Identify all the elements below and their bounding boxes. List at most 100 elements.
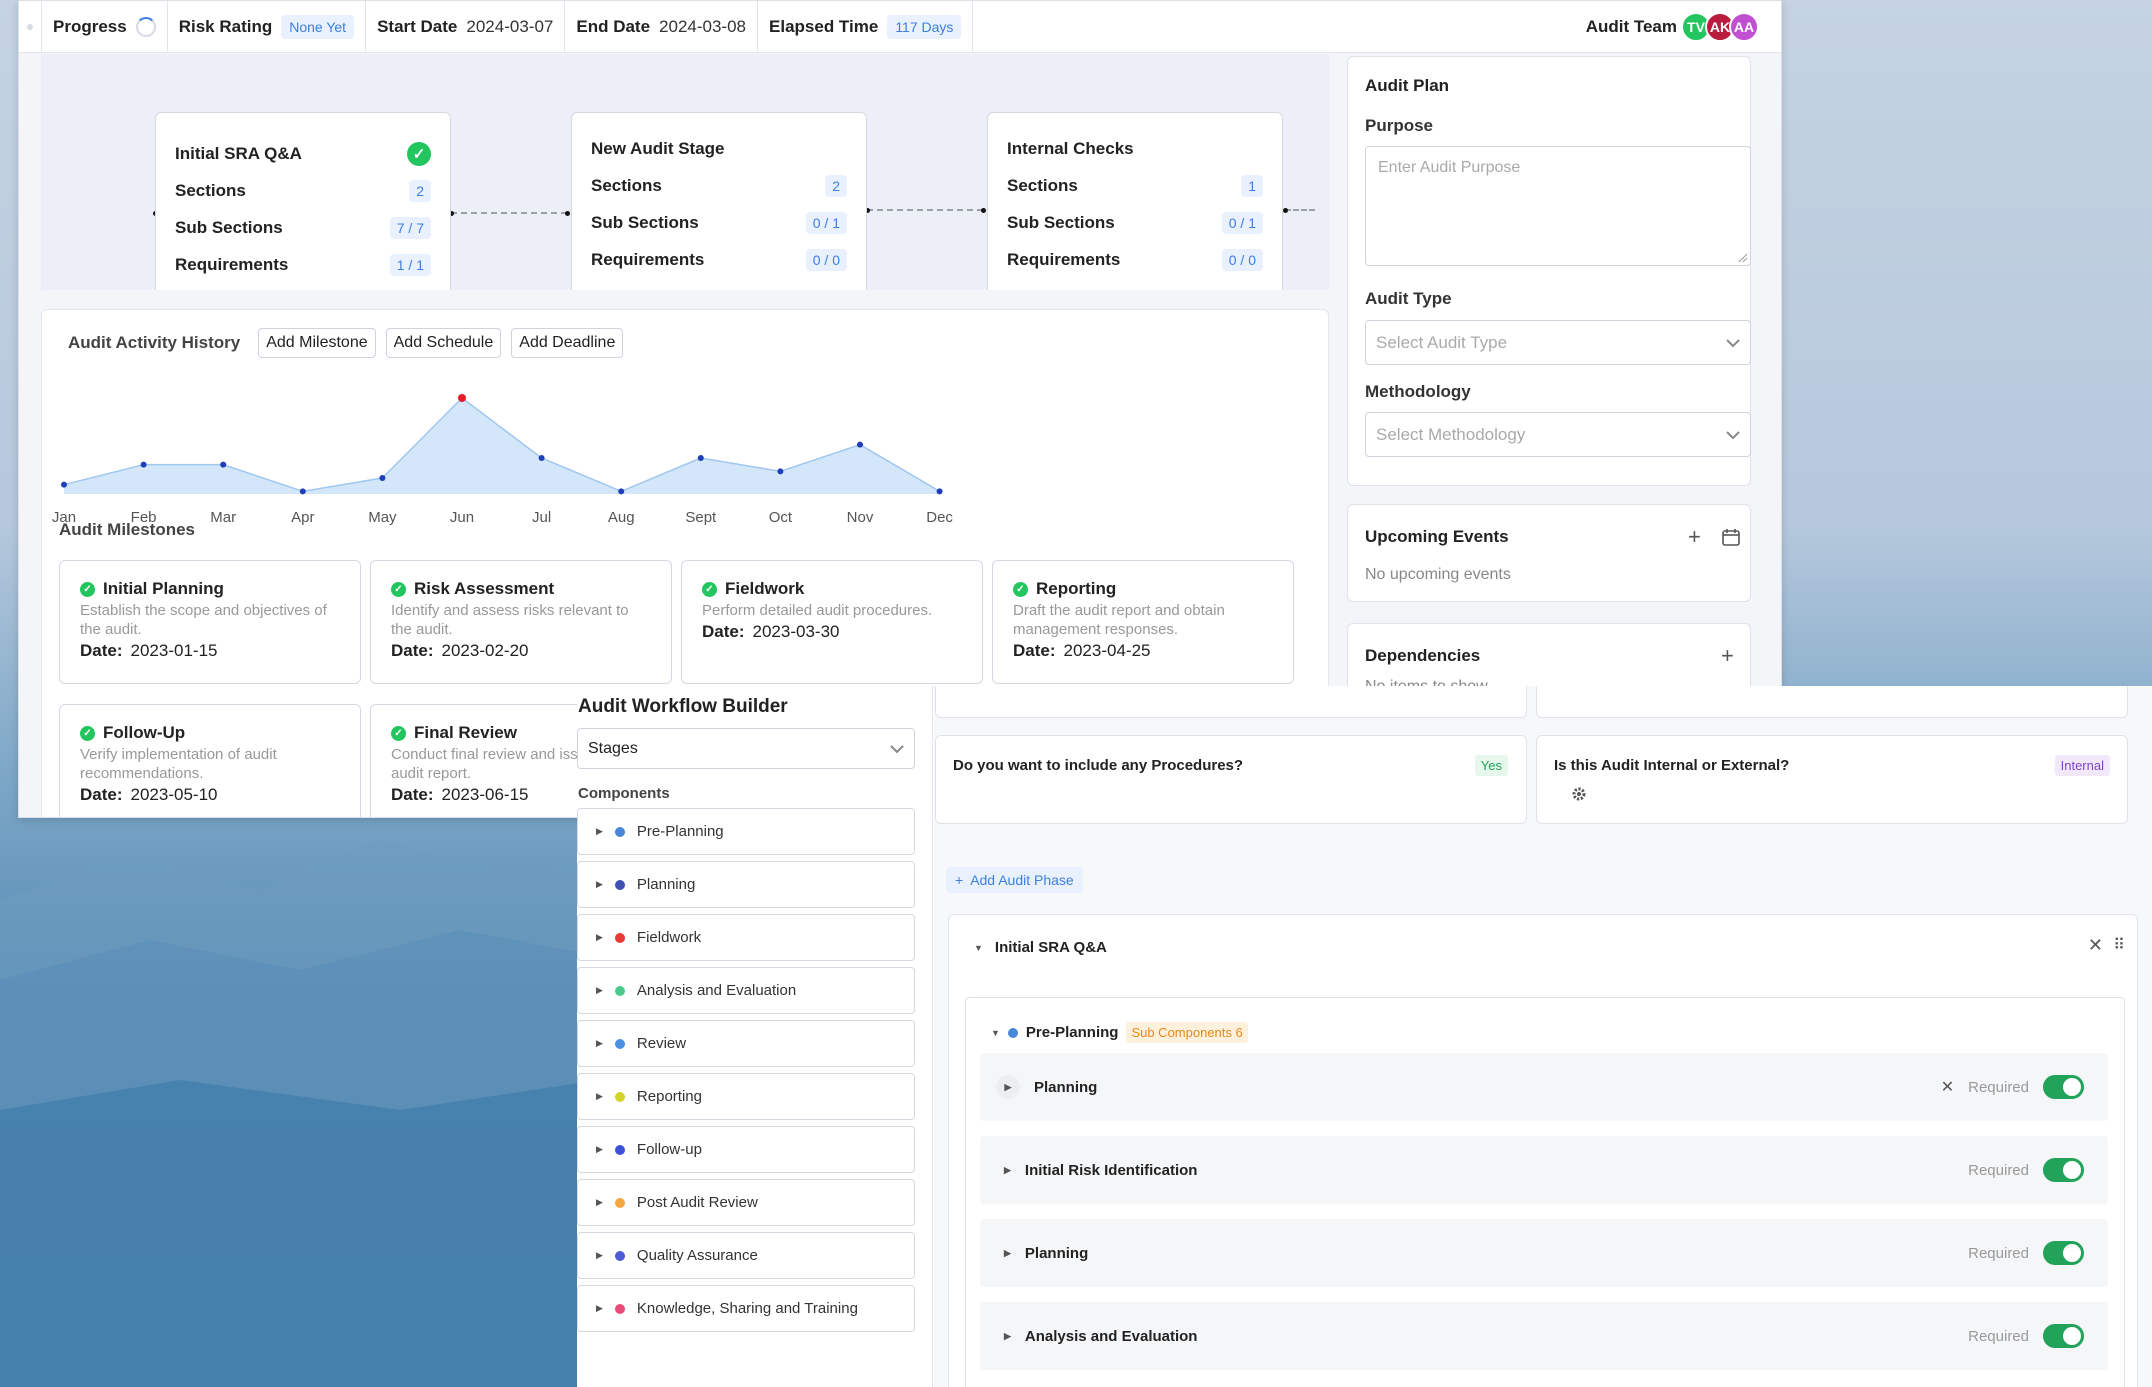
builder-title: Audit Workflow Builder	[578, 696, 788, 717]
requirements-label: Requirements	[175, 254, 289, 274]
milestone-card[interactable]: ✓ Initial Planning Establish the scope and…	[59, 560, 361, 684]
purpose-textarea[interactable]: Enter Audit Purpose	[1365, 146, 1751, 266]
required-toggle[interactable]	[2043, 1158, 2084, 1182]
caret-right-icon[interactable]: ▶	[996, 1075, 1020, 1099]
activity-point[interactable]	[220, 461, 227, 468]
add-event-icon[interactable]: +	[1688, 524, 1701, 550]
milestone-description: Identify and assess risks relevant to th…	[391, 602, 629, 638]
activity-point[interactable]	[538, 455, 545, 461]
avatar[interactable]: AA	[1729, 11, 1759, 42]
milestone-card[interactable]: ✓ Fieldwork Perform detailed audit procedu…	[681, 560, 983, 684]
milestone-date-value: 2023-03-30	[752, 622, 840, 641]
gear-icon[interactable]	[1571, 786, 1587, 802]
caret-down-icon[interactable]: ▼	[974, 943, 983, 953]
component-item[interactable]: ▶ Pre-Planning	[577, 808, 915, 855]
required-toggle[interactable]	[2043, 1324, 2084, 1348]
x-tick-label: Nov	[847, 509, 874, 526]
sub-sections-label: Sub Sections	[591, 212, 699, 232]
activity-point[interactable]	[777, 468, 784, 475]
sections-count: 2	[409, 179, 431, 202]
avatar-group: TV AK AA	[1681, 11, 1759, 42]
calendar-icon[interactable]	[1722, 528, 1740, 546]
caret-right-icon: ▶	[596, 1303, 603, 1313]
question-card-partial	[1536, 686, 2128, 718]
stage-card[interactable]: New Audit Stage Sections 2 Sub Sections 0 / …	[571, 112, 867, 290]
components-label: Components	[578, 785, 670, 802]
start-date-segment: Start Date 2024-03-07	[366, 1, 566, 53]
caret-right-icon: ▶	[596, 1091, 603, 1101]
procedures-answer-badge: Yes	[1474, 755, 1508, 776]
caret-right-icon[interactable]: ▶	[1004, 1165, 1011, 1176]
progress-segment: Progress	[42, 1, 168, 53]
sub-component-row[interactable]: ▶ Planning ✕ Required	[980, 1053, 2108, 1121]
builder-type-select[interactable]: Stages	[577, 728, 915, 769]
check-circle-icon: ✓	[391, 725, 406, 741]
upcoming-events-card: Upcoming Events + No upcoming events	[1347, 504, 1751, 602]
close-icon[interactable]: ✕	[2088, 935, 2103, 956]
add-audit-phase-button[interactable]: + Add Audit Phase	[946, 867, 1083, 893]
sub-sections-label: Sub Sections	[1007, 212, 1115, 232]
end-date-label: End Date	[576, 16, 651, 36]
component-item[interactable]: ▶ Post Audit Review	[577, 1179, 915, 1226]
component-label: Reporting	[636, 1088, 702, 1105]
component-item[interactable]: ▶ Follow-up	[577, 1126, 915, 1173]
caret-down-icon[interactable]: ▼	[991, 1028, 1000, 1038]
milestone-date-label: Date:	[1013, 641, 1056, 660]
activity-point[interactable]	[61, 481, 67, 488]
sub-component-row[interactable]: ▶ Planning Required	[980, 1219, 2108, 1287]
collapse-handle[interactable]	[19, 1, 42, 53]
drag-handle-icon[interactable]: ⠿	[2113, 935, 2125, 955]
component-item[interactable]: ▶ Planning	[577, 861, 915, 908]
caret-right-icon[interactable]: ▶	[1004, 1331, 1011, 1342]
component-color-dot	[614, 985, 625, 996]
milestone-title: Fieldwork	[725, 579, 805, 598]
stage-flow-canvas[interactable]: Initial SRA Q&A ✓ Sections 2 Sub Sections 7 /…	[41, 54, 1329, 290]
resize-handle-icon[interactable]	[1738, 253, 1748, 263]
sub-component-label: Planning	[1024, 1244, 1089, 1262]
add-deadline-button[interactable]: Add Deadline	[511, 328, 624, 358]
milestone-card[interactable]: ✓ Reporting Draft the audit report and obt…	[992, 560, 1294, 684]
stage-title: Internal Checks	[1007, 138, 1134, 158]
add-schedule-button[interactable]: Add Schedule	[385, 328, 502, 358]
sub-component-row[interactable]: ▶ Initial Risk Identification Required	[980, 1136, 2108, 1204]
sub-component-row[interactable]: ▶ Analysis and Evaluation Required	[980, 1302, 2108, 1370]
phase-header[interactable]: ▼ Initial SRA Q&A	[974, 939, 1107, 956]
required-toggle[interactable]	[2043, 1075, 2084, 1099]
activity-point[interactable]	[697, 455, 704, 461]
component-item[interactable]: ▶ Analysis and Evaluation	[577, 967, 915, 1014]
sub-component-label: Initial Risk Identification	[1024, 1161, 1198, 1179]
activity-point[interactable]	[857, 441, 863, 448]
close-icon[interactable]: ✕	[1941, 1077, 1954, 1097]
component-label: Post Audit Review	[636, 1194, 758, 1211]
component-item[interactable]: ▶ Knowledge, Sharing and Training	[577, 1285, 915, 1332]
audit-type-select[interactable]: Select Audit Type	[1365, 320, 1751, 365]
activity-title: Audit Activity History	[68, 333, 241, 352]
caret-right-icon[interactable]: ▶	[1004, 1248, 1011, 1259]
component-item[interactable]: ▶ Reporting	[577, 1073, 915, 1120]
x-tick-label: Sept	[685, 509, 717, 526]
activity-point[interactable]	[299, 488, 306, 495]
stage-card[interactable]: Initial SRA Q&A ✓ Sections 2 Sub Sections 7 /…	[155, 112, 451, 290]
stage-card[interactable]: Internal Checks Sections 1 Sub Sections 0 / …	[987, 112, 1283, 290]
activity-point[interactable]	[379, 475, 386, 481]
component-item[interactable]: ▶ Quality Assurance	[577, 1232, 915, 1279]
x-tick-label: May	[368, 509, 397, 526]
milestone-card[interactable]: ✓ Risk Assessment Identify and assess risk…	[370, 560, 672, 684]
component-item[interactable]: ▶ Review	[577, 1020, 915, 1067]
activity-point[interactable]	[140, 461, 147, 468]
activity-point[interactable]	[458, 394, 466, 402]
activity-point[interactable]	[618, 488, 625, 495]
group-header[interactable]: ▼ Pre-Planning Sub Components 6	[991, 1022, 1248, 1043]
audit-plan-card: Audit Plan Purpose Enter Audit Purpose A…	[1347, 56, 1751, 486]
component-item[interactable]: ▶ Fieldwork	[577, 914, 915, 961]
add-milestone-button[interactable]: Add Milestone	[258, 328, 376, 358]
milestone-card[interactable]: ✓ Follow-Up Verify implementation of audit…	[59, 704, 361, 817]
methodology-select[interactable]: Select Methodology	[1365, 412, 1751, 457]
sub-components-badge: Sub Components 6	[1126, 1022, 1248, 1043]
component-label: Analysis and Evaluation	[636, 982, 797, 999]
required-toggle[interactable]	[2043, 1241, 2084, 1265]
check-circle-icon: ✓	[407, 141, 431, 166]
add-dependency-icon[interactable]: +	[1721, 643, 1734, 669]
activity-point[interactable]	[936, 488, 943, 495]
events-empty-text: No upcoming events	[1365, 566, 1511, 583]
